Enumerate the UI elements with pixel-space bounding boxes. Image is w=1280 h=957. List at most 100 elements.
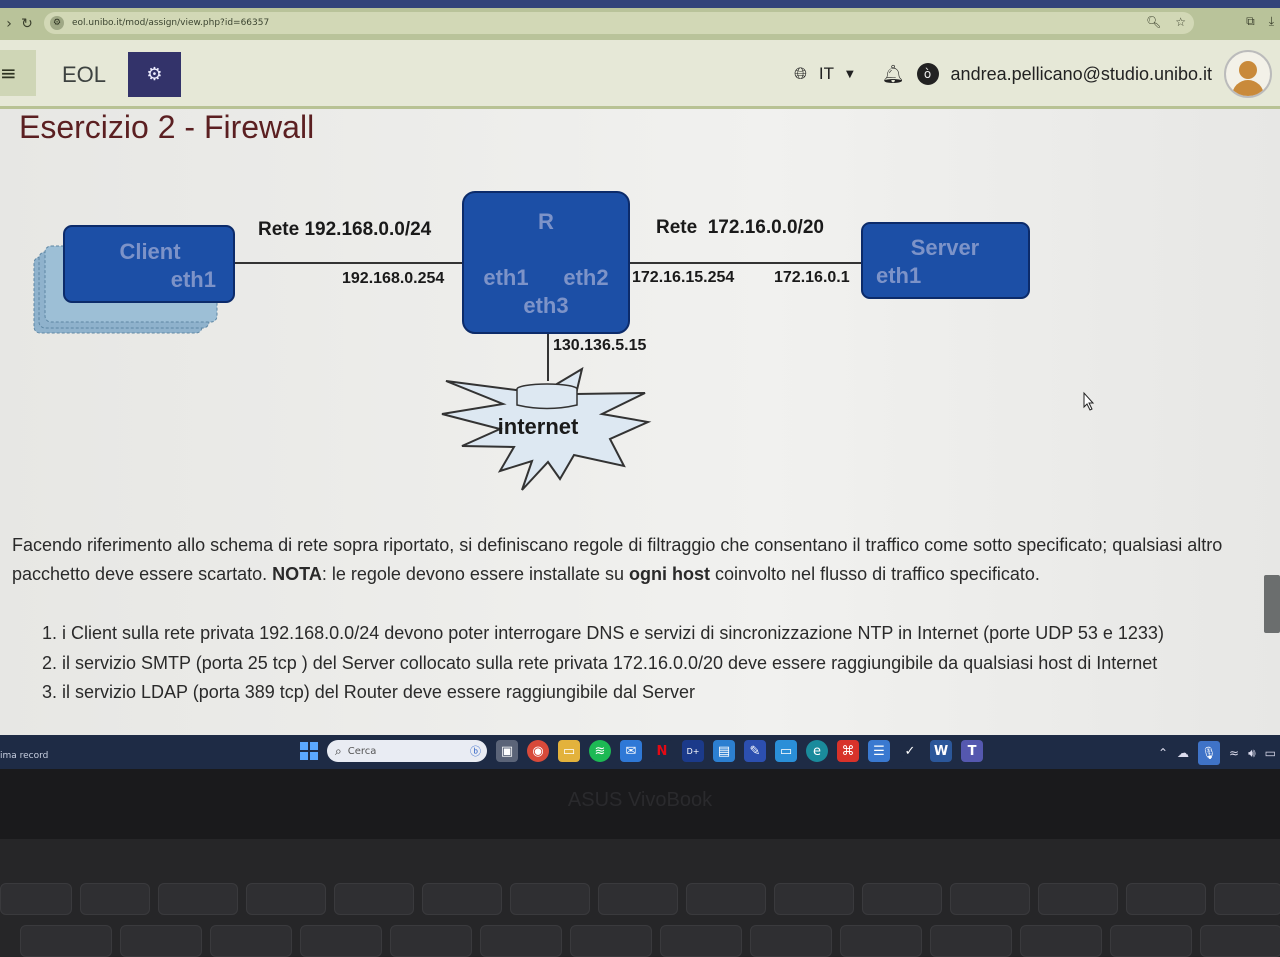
taskbar-left-text[interactable]: ima record <box>0 751 48 761</box>
chrome-icon[interactable]: ◉ <box>527 740 549 762</box>
keyboard-key <box>210 925 292 957</box>
requirements-list: 1. i Client sulla rete privata 192.168.0… <box>42 619 1272 708</box>
steam-icon[interactable]: ✓ <box>899 740 921 762</box>
language-selector[interactable]: IT <box>819 64 834 84</box>
globe-icon[interactable]: 🌐︎ <box>794 64 807 84</box>
keyboard-key <box>598 883 678 915</box>
keyboard-key <box>390 925 472 957</box>
chevron-up-icon[interactable]: ⌃ <box>1158 746 1168 760</box>
client-label: Client <box>119 239 181 264</box>
mouse-cursor-icon <box>1083 391 1095 411</box>
spotify-icon[interactable]: ≋ <box>589 740 611 762</box>
keyboard-key <box>0 883 72 915</box>
network-diagram: Client eth1 R eth1 eth2 eth3 Server eth1… <box>33 191 1095 491</box>
zoom-icon[interactable]: 🔍︎ <box>1146 15 1161 29</box>
desktop-icon[interactable]: ▭ <box>775 740 797 762</box>
ip-server: 172.16.0.1 <box>774 269 850 286</box>
keyboard-key <box>930 925 1012 957</box>
netflix-icon[interactable]: N <box>651 740 673 762</box>
description-ogni-host: ogni host <box>629 564 710 584</box>
disney-plus-icon[interactable]: D+ <box>682 740 704 762</box>
keyboard-key <box>422 883 502 915</box>
reload-icon[interactable]: ↻ <box>18 16 36 32</box>
wifi-icon[interactable]: ≈ <box>1229 746 1239 760</box>
back-icon[interactable]: › <box>0 16 18 32</box>
bookmark-star-icon[interactable]: ☆ <box>1175 15 1186 29</box>
keyboard <box>0 839 1280 957</box>
scrollbar-thumb[interactable] <box>1264 575 1280 633</box>
chevron-down-icon[interactable]: ▼ <box>846 69 854 80</box>
keyboard-key <box>570 925 652 957</box>
keyboard-key <box>1038 883 1118 915</box>
keyboard-key <box>950 883 1030 915</box>
windows-start-icon[interactable] <box>300 742 318 760</box>
keyboard-key <box>750 925 832 957</box>
laptop-brand: ASUS VivoBook <box>567 789 713 811</box>
mail-icon[interactable]: ✉ <box>620 740 642 762</box>
prime-video-icon[interactable]: ▤ <box>713 740 735 762</box>
keyboard-key <box>686 883 766 915</box>
router-eth2: eth2 <box>563 265 608 290</box>
edge-icon[interactable]: e <box>806 740 828 762</box>
word-icon[interactable]: W <box>930 740 952 762</box>
server-label: Server <box>911 235 980 260</box>
keyboard-key <box>20 925 112 957</box>
keyboard-key <box>660 925 742 957</box>
keyboard-key <box>1214 883 1280 915</box>
description-part3: coinvolto nel flusso di traffico specifi… <box>710 564 1040 584</box>
keyboard-key <box>862 883 942 915</box>
menu-hamburger-icon[interactable]: ≡ <box>0 50 36 96</box>
user-email[interactable]: andrea.pellicano@studio.unibo.it <box>951 64 1212 85</box>
keyboard-key <box>510 883 590 915</box>
site-info-icon[interactable]: ⚙ <box>50 16 64 30</box>
keyboard-key <box>300 925 382 957</box>
volume-icon[interactable]: 🔊︎ <box>1248 746 1256 761</box>
teams-icon[interactable]: T <box>961 740 983 762</box>
taskbar: ima record ⌕ Cerca ⓑ ▣ ◉ ▭ ≋ ✉ N D+ ▤ ✎ … <box>0 735 1280 769</box>
file-explorer-icon[interactable]: ▭ <box>558 740 580 762</box>
extensions-icon[interactable]: ⧉ <box>1246 14 1255 29</box>
keyboard-key <box>774 883 854 915</box>
download-icon[interactable]: ⤓ <box>1269 14 1274 29</box>
list-item: 2. il servizio SMTP (porta 25 tcp ) del … <box>42 652 1158 673</box>
ip-internet: 130.136.5.15 <box>553 337 647 354</box>
net-right-label: Rete 172.16.0.0/20 <box>656 217 824 238</box>
omnibox-actions: 🔍︎ ☆ <box>1146 15 1186 29</box>
task-view-icon[interactable]: ▣ <box>496 740 518 762</box>
notepad-icon[interactable]: ☰ <box>868 740 890 762</box>
router-eth1: eth1 <box>483 265 528 290</box>
internet-cylinder <box>516 389 578 410</box>
extension-icons: ⧉ ⤓ <box>1246 14 1274 29</box>
keyboard-key <box>246 883 326 915</box>
whiteboard-icon[interactable]: ✎ <box>744 740 766 762</box>
acrobat-icon[interactable]: ⌘ <box>837 740 859 762</box>
messages-icon[interactable]: ò <box>916 63 939 85</box>
site-brand[interactable]: EOL <box>62 62 106 88</box>
gears-icon: ⚙ <box>146 64 163 85</box>
address-bar[interactable]: ⚙ eol.unibo.it/mod/assign/view.php?id=66… <box>44 12 1194 34</box>
keyboard-key <box>158 883 238 915</box>
avatar[interactable] <box>1224 50 1272 98</box>
microphone-icon[interactable]: 🎙︎ <box>1198 741 1221 765</box>
keyboard-key <box>1110 925 1192 957</box>
client-iface: eth1 <box>171 267 216 292</box>
onedrive-icon[interactable]: ☁ <box>1177 746 1189 760</box>
router-label: R <box>538 209 554 234</box>
browser-toolbar: › ↻ ⚙ eol.unibo.it/mod/assign/view.php?i… <box>0 0 1280 40</box>
battery-icon[interactable]: ▭ <box>1265 746 1276 760</box>
description-nota: NOTA <box>272 564 322 584</box>
bing-icon[interactable]: ⓑ <box>470 743 481 759</box>
list-item: 3. il servizio LDAP (porta 389 tcp) del … <box>42 682 696 702</box>
tab-strip <box>0 0 1280 8</box>
description-paragraph: Facendo riferimento allo schema di rete … <box>12 531 1277 589</box>
taskbar-search-input[interactable]: ⌕ Cerca ⓑ <box>327 740 487 762</box>
net-left-label: Rete 192.168.0.0/24 <box>258 219 432 240</box>
header-user-area: 🌐︎ IT ▼ 🔔︎ ò andrea.pellicano@studio.uni… <box>794 50 1272 98</box>
admin-gears-button[interactable]: ⚙ <box>128 52 181 97</box>
ip-left: 192.168.0.254 <box>342 270 444 287</box>
notification-bell-icon[interactable]: 🔔︎ <box>882 64 905 85</box>
system-tray: ⌃ ☁ 🎙︎ ≈ 🔊︎ ▭ <box>1158 741 1276 765</box>
url-text[interactable]: eol.unibo.it/mod/assign/view.php?id=6635… <box>72 18 269 28</box>
address-row: › ↻ ⚙ eol.unibo.it/mod/assign/view.php?i… <box>0 10 1280 38</box>
list-item: 1. i Client sulla rete privata 192.168.0… <box>42 623 1164 643</box>
